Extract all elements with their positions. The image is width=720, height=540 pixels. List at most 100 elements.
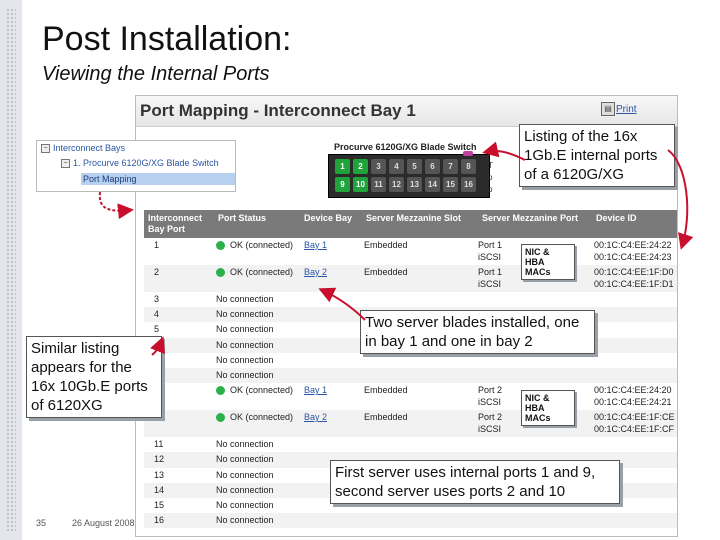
device-id-cell: 00:1C:C4:EE:1F:CF (594, 424, 675, 435)
port-number-cell: 11 (154, 439, 164, 450)
port-status-cell: No connection (216, 339, 274, 350)
device-id-cell: 00:1C:C4:EE:24:20 (594, 385, 672, 396)
table-row: 3 No connection (144, 292, 677, 307)
tree-item-interconnect-bays[interactable]: Interconnect Bays (53, 143, 125, 153)
mezzanine-slot-cell: Embedded (364, 412, 408, 423)
callout-port-listing: Listing of the 16x 1Gb.E internal ports … (519, 124, 675, 187)
mezzanine-port-cell: Port 2 (478, 412, 503, 423)
port-status-cell: No connection (216, 370, 274, 380)
port-number-cell: 1 (154, 240, 160, 250)
switch-port-10[interactable]: 10 (353, 177, 368, 192)
port-number-cell: 15 (154, 500, 165, 510)
port-number-cell: 12 (154, 454, 165, 465)
table-row: 1 OK (connected) Bay 1 Embedded Port 1 iSCSI 0… (144, 238, 677, 265)
port-status-cell: No connection (216, 324, 274, 335)
port-status-cell: No connection (216, 469, 274, 480)
device-id-cell: 00:1C:C4:EE:24:22 (594, 240, 672, 250)
col-header-device-id: Device ID (596, 213, 637, 223)
callout-first-server: First server uses internal ports 1 and 9… (330, 460, 620, 504)
table-row: 16 No connection (144, 513, 677, 529)
collapse-icon[interactable]: − (41, 144, 50, 153)
port-status-cell: No connection (216, 354, 274, 365)
port-number-cell: 14 (154, 484, 165, 495)
switch-faceplate: 1 2 3 4 5 6 7 8 9 10 11 12 13 14 15 16 (328, 151, 490, 198)
port-number-cell: 2 (154, 267, 160, 277)
col-header-bay: Device Bay (304, 213, 353, 223)
device-bay-link[interactable]: Bay 1 (304, 240, 327, 251)
port-status-cell: OK (connected) (230, 385, 294, 396)
table-row: 7No connection (144, 353, 677, 368)
mezzanine-port-type-cell: iSCSI (478, 424, 502, 435)
device-id-cell: 00:1C:C4:EE:24:21 (594, 397, 672, 408)
mezzanine-port-cell: Port 1 (478, 267, 503, 277)
slide-subtitle: Viewing the Internal Ports (42, 63, 270, 85)
navigation-tree: − Interconnect Bays − 1. Procurve 6120G/… (36, 140, 236, 192)
switch-port-16[interactable]: 16 (461, 177, 476, 192)
mezzanine-port-type-cell: iSCSI (478, 252, 502, 262)
switch-uplink-indicator (463, 151, 473, 156)
table-row: 9OK (connected)Bay 1EmbeddedPort 2iSCSI0… (144, 383, 677, 410)
mezzanine-slot-cell: Embedded (364, 385, 408, 396)
port-status-cell: No connection (216, 439, 274, 450)
port-status-cell: No connection (216, 294, 274, 304)
screen-title: Port Mapping - Interconnect Bay 1 (140, 101, 416, 120)
mezzanine-port-cell: Port 1 (478, 240, 503, 250)
port-status-cell: No connection (216, 484, 274, 495)
page-number: 35 (36, 518, 47, 528)
print-icon[interactable]: ▤ (601, 102, 615, 116)
port-number-cell: 16 (154, 515, 165, 526)
callout-nic-hba-1: NIC & HBA MACs (521, 244, 575, 280)
port-status-cell: OK (connected) (230, 240, 294, 250)
switch-port-2[interactable]: 2 (353, 159, 368, 174)
callout-similar-listing: Similar listing appears for the 16x 10Gb… (26, 336, 162, 418)
device-id-cell: 00:1C:C4:EE:1F:D1 (594, 279, 674, 289)
print-link[interactable]: Print (616, 104, 637, 115)
footer-date: 26 August 2008 (72, 518, 135, 528)
slide-left-bar (0, 0, 22, 540)
port-number-cell: 4 (154, 309, 160, 320)
table-row: 8No connection (144, 368, 677, 384)
switch-side-labels: T o o (488, 161, 493, 194)
device-bay-link[interactable]: Bay 2 (304, 412, 327, 423)
mezzanine-port-cell: Port 2 (478, 385, 503, 396)
slide-title: Post Installation: (42, 20, 292, 58)
port-status-cell: OK (connected) (230, 412, 294, 423)
switch-port-9[interactable]: 9 (335, 177, 350, 192)
mezzanine-slot-cell: Embedded (364, 267, 408, 277)
port-status-cell: OK (connected) (230, 267, 294, 277)
port-status-cell: No connection (216, 515, 274, 526)
switch-port-11[interactable]: 11 (371, 177, 386, 192)
arrow-tree-to-table (98, 191, 134, 220)
switch-port-1[interactable]: 1 (335, 159, 350, 174)
device-id-cell: 00:1C:C4:EE:1F:D0 (594, 267, 674, 277)
device-bay-link[interactable]: Bay 2 (304, 267, 327, 278)
port-status-cell: No connection (216, 500, 274, 510)
ok-status-icon (216, 386, 225, 396)
switch-port-5[interactable]: 5 (407, 159, 422, 174)
port-number-cell: 3 (154, 294, 160, 304)
tree-item-port-mapping[interactable]: Port Mapping (81, 173, 235, 185)
switch-port-15[interactable]: 15 (443, 177, 458, 192)
table-row: 10OK (connected)Bay 2EmbeddedPort 2iSCSI… (144, 410, 677, 438)
switch-port-6[interactable]: 6 (425, 159, 440, 174)
switch-port-7[interactable]: 7 (443, 159, 458, 174)
switch-port-4[interactable]: 4 (389, 159, 404, 174)
switch-port-13[interactable]: 13 (407, 177, 422, 192)
callout-nic-hba-2: NIC & HBA MACs (521, 390, 575, 426)
col-header-status: Port Status (218, 213, 267, 223)
device-bay-link[interactable]: Bay 1 (304, 385, 327, 396)
switch-port-3[interactable]: 3 (371, 159, 386, 174)
tree-item-switch[interactable]: 1. Procurve 6120G/XG Blade Switch (73, 158, 219, 168)
collapse-icon[interactable]: − (61, 159, 70, 168)
table-row: 11 No connection (144, 437, 677, 452)
device-id-cell: 00:1C:C4:EE:24:23 (594, 252, 672, 262)
switch-port-12[interactable]: 12 (389, 177, 404, 192)
ok-status-icon (216, 268, 225, 277)
col-header-mport: Server Mezzanine Port (482, 213, 579, 223)
port-number-cell: 13 (154, 469, 165, 480)
ok-status-icon (216, 413, 225, 423)
mezzanine-port-type-cell: iSCSI (478, 279, 502, 289)
switch-port-8[interactable]: 8 (461, 159, 476, 174)
switch-port-14[interactable]: 14 (425, 177, 440, 192)
mezzanine-port-type-cell: iSCSI (478, 397, 502, 408)
